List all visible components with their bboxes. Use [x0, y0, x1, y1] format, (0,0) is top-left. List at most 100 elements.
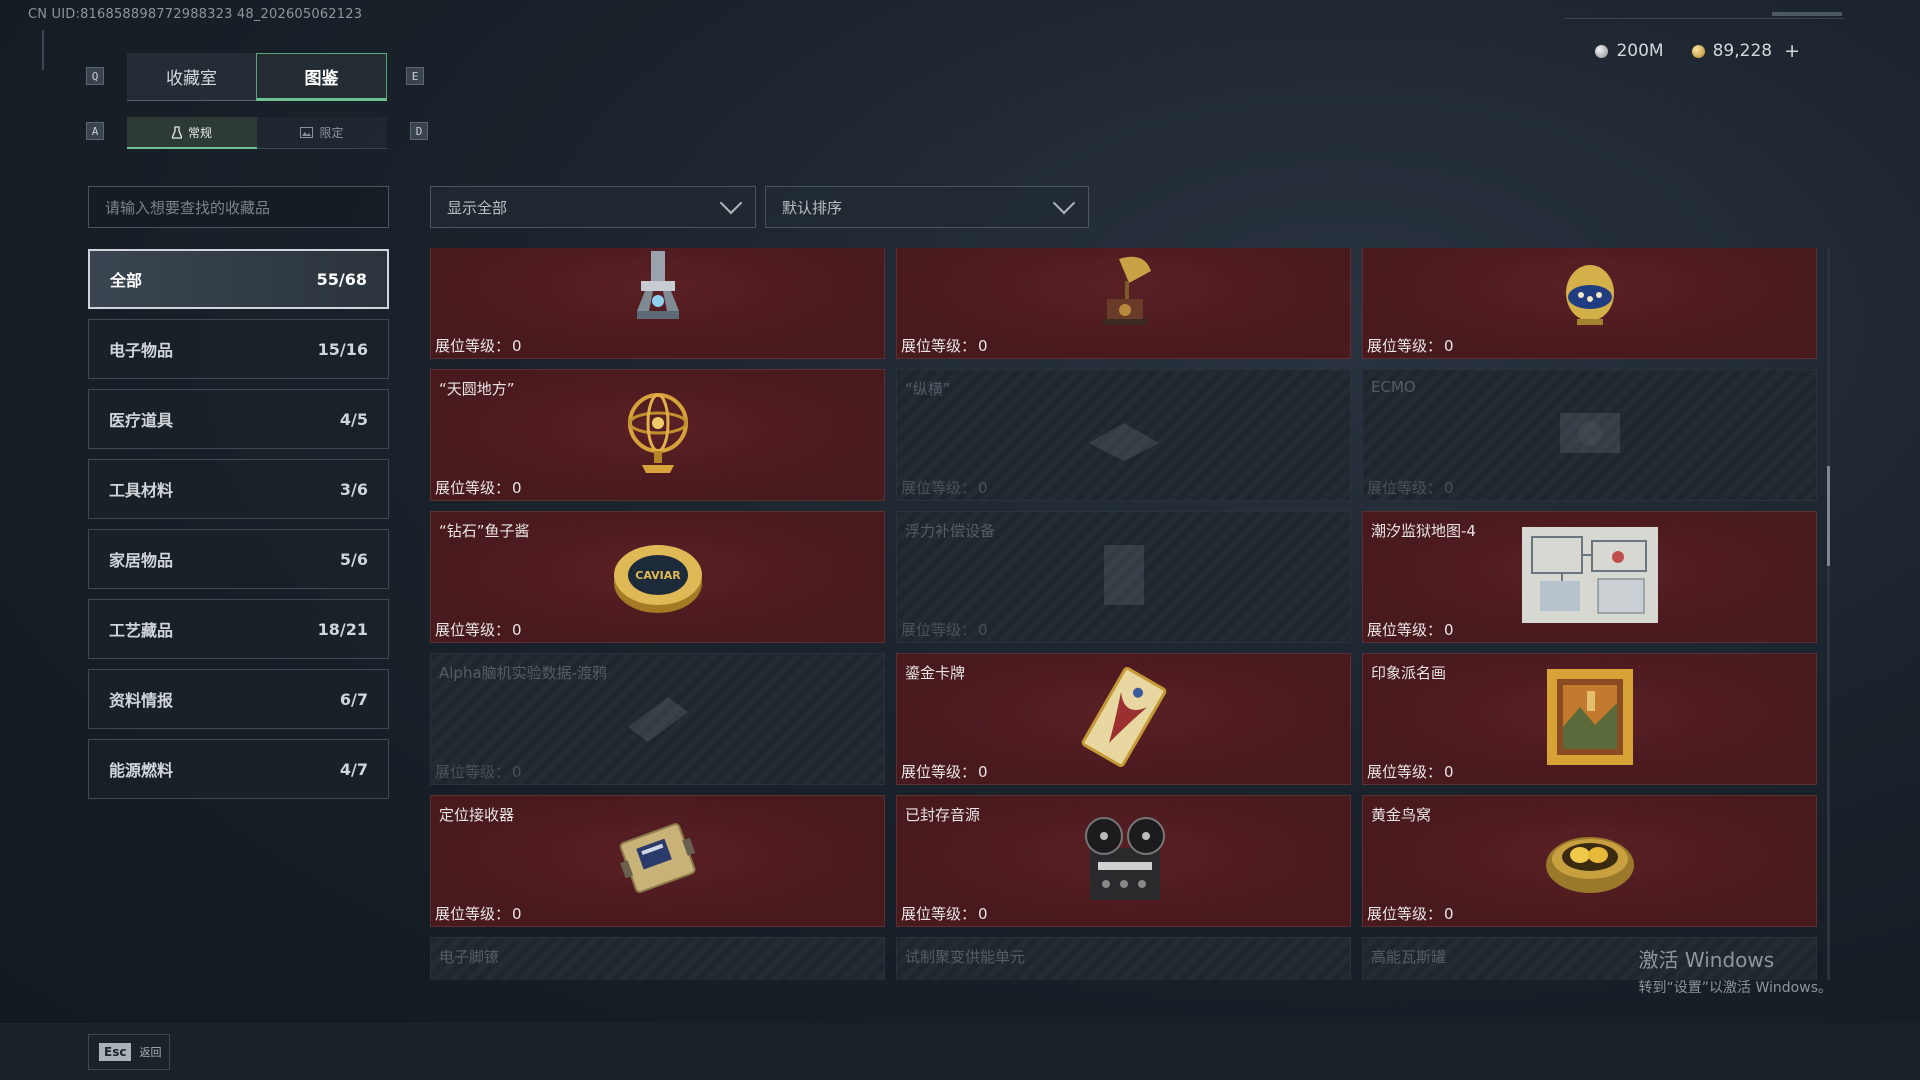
- booth-level: 展位等级： 0: [435, 619, 522, 640]
- level-label: 展位等级：: [1367, 763, 1443, 781]
- fusion-cell-icon: [1089, 971, 1159, 980]
- category-energy[interactable]: 能源燃料 4/7: [88, 739, 389, 799]
- category-label: 能源燃料: [109, 761, 174, 780]
- category-label: 工艺藏品: [109, 621, 174, 640]
- collection-card[interactable]: 展位等级： 0: [1362, 248, 1817, 359]
- flask-icon: [171, 125, 182, 139]
- category-count: 6/7: [339, 689, 368, 709]
- category-label: 资料情报: [109, 691, 174, 710]
- tab-catalog[interactable]: 图鉴: [256, 53, 387, 101]
- image-icon: [300, 127, 314, 138]
- armillary-sphere-icon: [618, 385, 698, 485]
- category-all[interactable]: 全部 55/68: [88, 249, 389, 309]
- search-input[interactable]: 请输入想要查找的收藏品: [88, 186, 389, 228]
- level-label: 展位等级：: [901, 621, 977, 639]
- svg-text:CAVIAR: CAVIAR: [635, 569, 681, 582]
- collection-card[interactable]: 黄金鸟窝 展位等级： 0: [1362, 795, 1817, 927]
- key-hint-a[interactable]: A: [86, 122, 104, 140]
- sort-dropdown-label: 默认排序: [782, 198, 843, 217]
- category-household[interactable]: 家居物品 5/6: [88, 529, 389, 589]
- prison-map-icon: [1521, 527, 1658, 627]
- collection-card[interactable]: 展位等级： 0: [896, 248, 1351, 359]
- grid-scrollbar-thumb[interactable]: [1827, 466, 1830, 566]
- category-medical[interactable]: 医疗道具 4/5: [88, 389, 389, 449]
- category-label: 家居物品: [109, 551, 174, 570]
- grid-scrollbar[interactable]: [1827, 248, 1830, 980]
- chessboard-icon: [1079, 403, 1169, 467]
- collection-card-locked[interactable]: Alpha脑机实验数据-渡鸦 展位等级： 0: [430, 653, 885, 785]
- booth-level: 展位等级： 0: [435, 761, 522, 782]
- collection-card-locked[interactable]: 电子脚镣: [430, 937, 885, 980]
- chevron-down-icon: [1052, 191, 1076, 215]
- category-count: 55/68: [316, 269, 367, 289]
- booth-level: 展位等级： 0: [1367, 903, 1454, 924]
- card-name: “纵横”: [905, 380, 951, 398]
- gold-coin-icon: [1691, 44, 1705, 58]
- level-value: 0: [1444, 763, 1454, 781]
- collection-card[interactable]: 鎏金卡牌 展位等级： 0: [896, 653, 1351, 785]
- category-count: 3/6: [339, 479, 368, 499]
- category-label: 工具材料: [109, 481, 174, 500]
- collection-card-locked[interactable]: 浮力补偿设备 展位等级： 0: [896, 511, 1351, 643]
- gold-amount: 89,228: [1712, 41, 1773, 61]
- booth-level: 展位等级： 0: [901, 761, 988, 782]
- add-currency-button[interactable]: +: [1784, 40, 1800, 62]
- collection-card[interactable]: 展位等级： 0: [430, 248, 885, 359]
- collection-card-locked[interactable]: ECMO 展位等级： 0: [1362, 369, 1817, 501]
- level-label: 展位等级：: [901, 337, 977, 355]
- category-count: 4/7: [339, 759, 368, 779]
- collection-card-locked[interactable]: “纵横” 展位等级： 0: [896, 369, 1351, 501]
- key-hint-e[interactable]: E: [406, 67, 424, 85]
- category-intel[interactable]: 资料情报 6/7: [88, 669, 389, 729]
- corner-decoration: [42, 30, 44, 70]
- key-hint-q[interactable]: Q: [86, 67, 104, 85]
- category-label: 医疗道具: [109, 411, 174, 430]
- currency-bar: 200M 89,228 +: [1595, 40, 1800, 62]
- locator-receiver-icon: [613, 814, 703, 908]
- back-button[interactable]: Esc 返回: [88, 1034, 170, 1070]
- filter-dropdown[interactable]: 显示全部: [430, 186, 756, 228]
- level-value: 0: [512, 763, 522, 781]
- sub-tabs: 常规 限定: [127, 117, 387, 149]
- collection-card[interactable]: “天圆地方” 展位等级： 0: [430, 369, 885, 501]
- collection-card[interactable]: “钻石”鱼子酱 CAVIAR 展位等级： 0: [430, 511, 885, 643]
- category-count: 4/5: [339, 409, 368, 429]
- level-value: 0: [1444, 479, 1454, 497]
- booth-level: 展位等级： 0: [435, 477, 522, 498]
- category-crafts[interactable]: 工艺藏品 18/21: [88, 599, 389, 659]
- subtab-limited[interactable]: 限定: [257, 117, 387, 149]
- card-name: 印象派名画: [1371, 664, 1447, 682]
- card-name: “天圆地方”: [439, 380, 515, 398]
- subtab-regular[interactable]: 常规: [127, 117, 257, 149]
- collection-card-locked[interactable]: 试制聚变供能单元: [896, 937, 1351, 980]
- level-value: 0: [1444, 905, 1454, 923]
- data-drive-icon: [618, 687, 698, 751]
- card-name: 定位接收器: [439, 806, 515, 824]
- painting-icon: [1545, 667, 1635, 771]
- caviar-tin-icon: CAVIAR: [610, 533, 706, 621]
- collection-card[interactable]: 定位接收器 展位等级： 0: [430, 795, 885, 927]
- level-value: 0: [978, 621, 988, 639]
- booth-level: 展位等级： 0: [435, 903, 522, 924]
- top-divider: [1564, 18, 1844, 19]
- level-value: 0: [1444, 621, 1454, 639]
- tab-collection-room[interactable]: 收藏室: [127, 53, 256, 101]
- top-divider-mark: [1772, 12, 1842, 16]
- level-label: 展位等级：: [435, 763, 511, 781]
- booth-level: 展位等级： 0: [1367, 761, 1454, 782]
- key-hint-d[interactable]: D: [410, 122, 428, 140]
- category-tools[interactable]: 工具材料 3/6: [88, 459, 389, 519]
- category-electronics[interactable]: 电子物品 15/16: [88, 319, 389, 379]
- subtab-regular-label: 常规: [187, 125, 212, 140]
- esc-key-icon: Esc: [99, 1043, 132, 1061]
- card-name: 潮汐监狱地图-4: [1371, 522, 1476, 540]
- collection-card[interactable]: 印象派名画 展位等级： 0: [1362, 653, 1817, 785]
- category-count: 5/6: [339, 549, 368, 569]
- collection-card[interactable]: 潮汐监狱地图-4 展位等级： 0: [1362, 511, 1817, 643]
- collection-grid: 展位等级： 0 展位等级： 0 展位等级： 0 “天圆地方” 展位等级： 0 “纵横” …: [430, 248, 1820, 980]
- level-value: 0: [512, 621, 522, 639]
- level-value: 0: [978, 905, 988, 923]
- collection-card[interactable]: 已封存音源 展位等级： 0: [896, 795, 1351, 927]
- level-label: 展位等级：: [1367, 337, 1443, 355]
- sort-dropdown[interactable]: 默认排序: [765, 186, 1089, 228]
